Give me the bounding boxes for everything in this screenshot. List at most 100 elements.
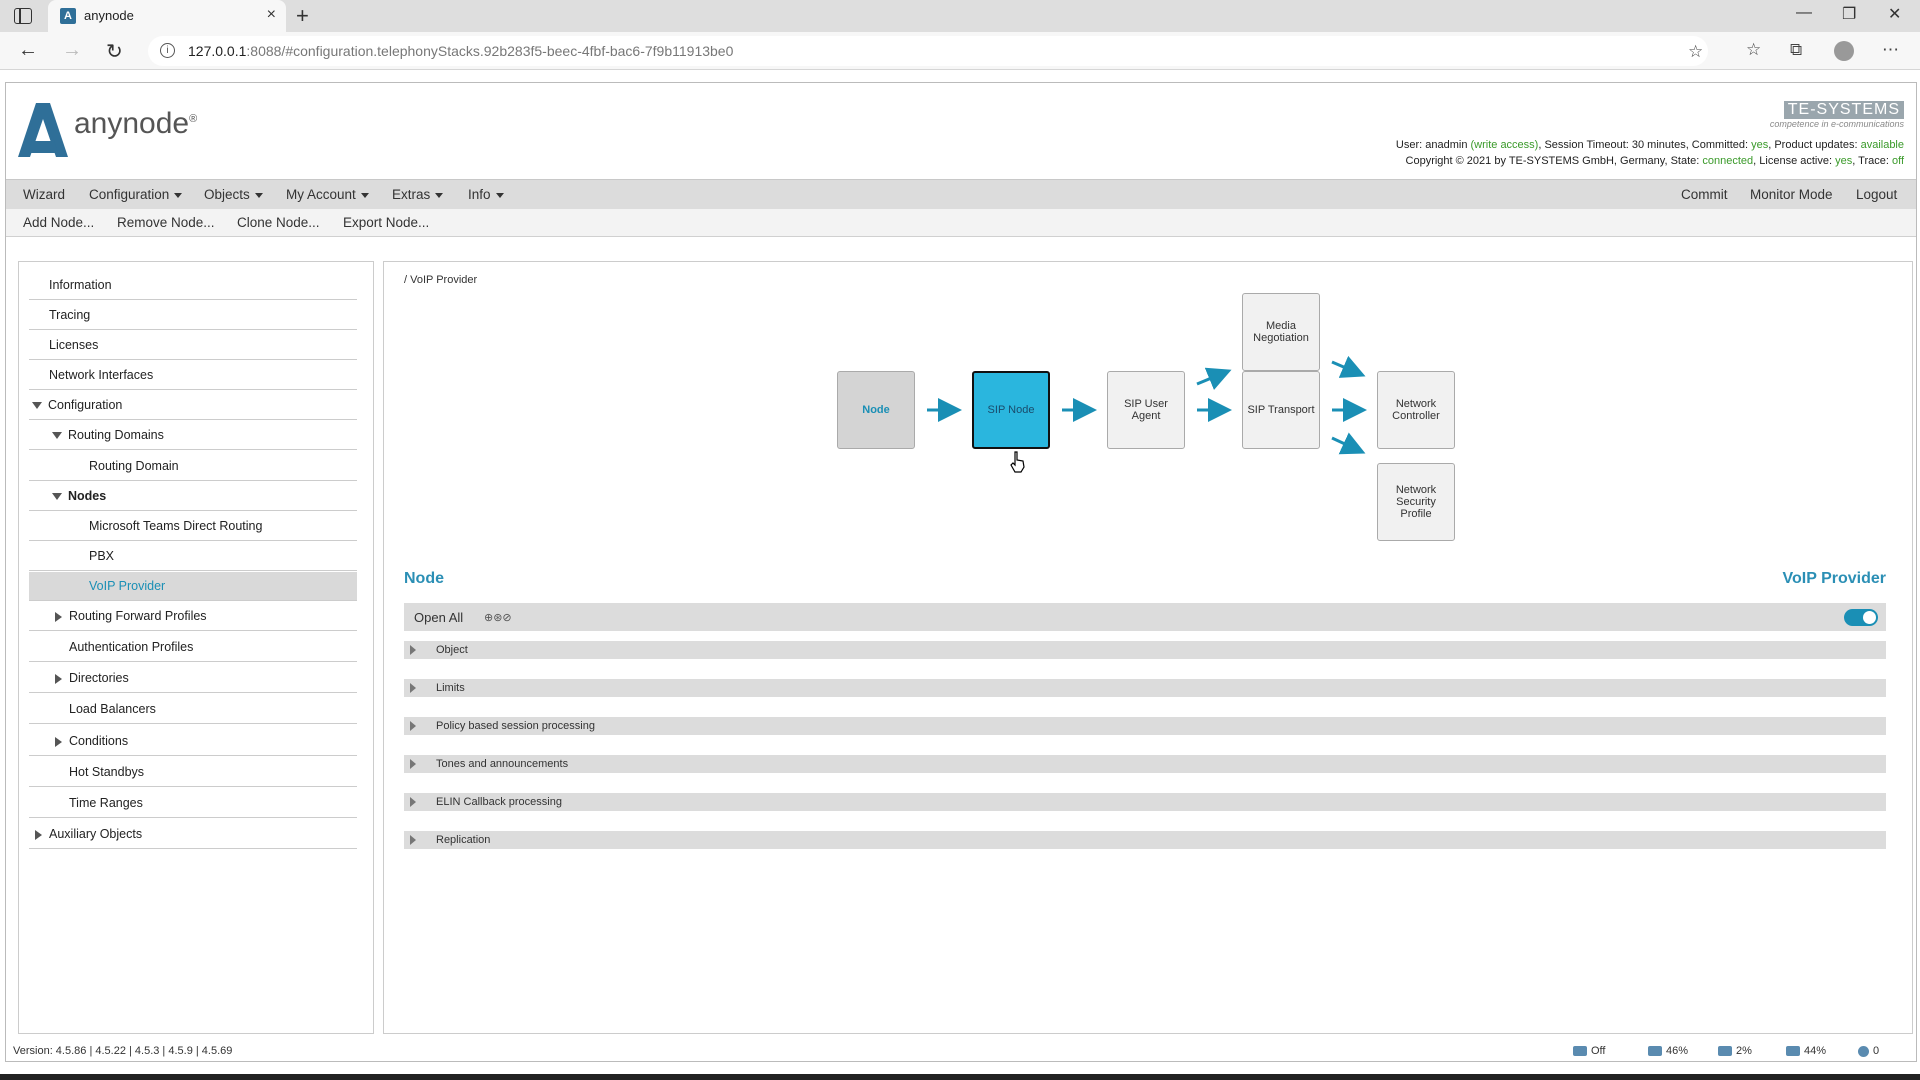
section-replication[interactable]: Replication — [404, 831, 1886, 849]
sidebar-item-pbx[interactable]: PBX — [29, 542, 357, 571]
menu-my-account[interactable]: My Account — [286, 187, 369, 202]
section-policy-based-session-processing[interactable]: Policy based session processing — [404, 717, 1886, 735]
diagram-sip-transport[interactable]: SIP Transport — [1242, 371, 1320, 449]
sidebar-item-voip-provider[interactable]: VoIP Provider — [29, 572, 357, 601]
chevron-down-icon — [360, 192, 369, 198]
trace-status[interactable]: Off — [1573, 1045, 1605, 1057]
new-tab-button[interactable]: + — [296, 3, 309, 29]
browser-tab-bar: A anynode × + — ❐ ✕ — [0, 0, 1920, 32]
profile-icon[interactable] — [1834, 41, 1854, 61]
clone-node-button[interactable]: Clone Node... — [237, 215, 320, 230]
collapsed-icon — [410, 645, 416, 655]
section-tones-and-announcements[interactable]: Tones and announcements — [404, 755, 1886, 773]
add-favorite-icon[interactable]: ☆ — [1688, 42, 1703, 62]
copyright-status: Copyright © 2021 by TE-SYSTEMS GmbH, Ger… — [1405, 155, 1904, 167]
menu-info[interactable]: Info — [468, 187, 504, 202]
anynode-app: anynode® TE-SYSTEMS competence in e-comm… — [5, 82, 1917, 1062]
cpu-status[interactable]: 2% — [1718, 1045, 1752, 1057]
disk-icon — [1648, 1046, 1662, 1057]
restore-icon[interactable]: ❐ — [1842, 4, 1856, 24]
section-elin-callback-processing[interactable]: ELIN Callback processing — [404, 793, 1886, 811]
advanced-toggle[interactable] — [1844, 609, 1878, 626]
menu-extras[interactable]: Extras — [392, 187, 444, 202]
commit-button[interactable]: Commit — [1681, 187, 1728, 202]
open-all-bar: Open All ⊕⊛⊘ — [404, 603, 1886, 631]
tab-title: anynode — [84, 8, 134, 23]
reload-icon[interactable]: ↻ — [106, 39, 123, 64]
version-info: Version: 4.5.86 | 4.5.22 | 4.5.3 | 4.5.9… — [13, 1045, 233, 1057]
sidebar-item-time-ranges[interactable]: Time Ranges — [29, 789, 357, 818]
site-info-icon[interactable]: i — [160, 43, 175, 58]
sidebar-item-configuration[interactable]: Configuration — [29, 391, 357, 420]
keyboard-icon — [1573, 1046, 1587, 1057]
cpu-icon — [1718, 1046, 1732, 1057]
collapsed-icon — [410, 683, 416, 693]
diagram-sip-user-agent[interactable]: SIP User Agent — [1107, 371, 1185, 449]
main-panel: / VoIP Provider Node SIP Node SIP User A… — [383, 261, 1913, 1034]
sidebar-item-routing-forward-profiles[interactable]: Routing Forward Profiles — [29, 602, 357, 631]
menu-configuration[interactable]: Configuration — [89, 187, 183, 202]
sidebar-item-licenses[interactable]: Licenses — [29, 331, 357, 360]
favorites-icon[interactable]: ☆ — [1746, 40, 1761, 60]
tab-close-icon[interactable]: × — [267, 6, 276, 24]
expand-actions-icon[interactable]: ⊕⊛⊘ — [484, 611, 512, 624]
browser-address-bar: ← → ↻ i 127.0.0.1:8088/#configuration.te… — [0, 32, 1920, 70]
section-object[interactable]: Object — [404, 641, 1886, 659]
monitor-mode-button[interactable]: Monitor Mode — [1750, 187, 1833, 202]
collapsed-icon — [55, 736, 62, 747]
menu-objects[interactable]: Objects — [204, 187, 263, 202]
export-node-button[interactable]: Export Node... — [343, 215, 429, 230]
sidebar-item-routing-domain[interactable]: Routing Domain — [29, 452, 357, 481]
more-icon[interactable]: ⋯ — [1882, 40, 1899, 60]
open-all-button[interactable]: Open All — [414, 610, 463, 625]
url-input[interactable]: i 127.0.0.1:8088/#configuration.telephon… — [148, 36, 1708, 66]
hand-cursor-icon — [1010, 451, 1025, 473]
memory-status[interactable]: 44% — [1786, 1045, 1826, 1057]
diagram-network-security-profile[interactable]: Network Security Profile — [1377, 463, 1455, 541]
sidebar-item-routing-domains[interactable]: Routing Domains — [29, 421, 357, 450]
anynode-favicon-icon: A — [60, 8, 76, 24]
remove-node-button[interactable]: Remove Node... — [117, 215, 215, 230]
memory-icon — [1786, 1046, 1800, 1057]
forward-icon[interactable]: → — [62, 39, 82, 62]
collapsed-icon — [410, 759, 416, 769]
node-flow-diagram: Node SIP Node SIP User Agent Media Negot… — [384, 262, 1914, 562]
back-icon[interactable]: ← — [18, 39, 38, 62]
section-title-node: Node — [404, 570, 444, 587]
sidebar-item-information[interactable]: Information — [29, 271, 357, 300]
browser-tab[interactable]: A anynode × — [48, 0, 286, 32]
sidebar-item-nodes[interactable]: Nodes — [29, 482, 357, 511]
expanded-icon — [32, 402, 42, 410]
collapsed-icon — [55, 673, 62, 684]
window-bottom-border — [0, 1074, 1920, 1080]
close-window-icon[interactable]: ✕ — [1888, 4, 1901, 24]
chevron-down-icon — [174, 192, 183, 198]
sidebar-item-auxiliary-objects[interactable]: Auxiliary Objects — [29, 820, 357, 849]
diagram-network-controller[interactable]: Network Controller — [1377, 371, 1455, 449]
disk-status[interactable]: 46% — [1648, 1045, 1688, 1057]
logout-button[interactable]: Logout — [1856, 187, 1897, 202]
sidebar-item-hot-standbys[interactable]: Hot Standbys — [29, 758, 357, 787]
section-limits[interactable]: Limits — [404, 679, 1886, 697]
sidebar-item-conditions[interactable]: Conditions — [29, 727, 357, 756]
info-status[interactable]: 0 — [1858, 1045, 1879, 1057]
logo-text: anynode® — [74, 107, 198, 140]
sidebar-item-microsoft-teams[interactable]: Microsoft Teams Direct Routing — [29, 512, 357, 541]
tab-actions-icon[interactable] — [14, 8, 32, 24]
diagram-media-negotiation[interactable]: Media Negotiation — [1242, 293, 1320, 371]
sidebar-item-load-balancers[interactable]: Load Balancers — [29, 695, 357, 724]
section-title-voip-provider: VoIP Provider — [1782, 570, 1886, 587]
sidebar-item-tracing[interactable]: Tracing — [29, 301, 357, 330]
diagram-sip-node[interactable]: SIP Node — [972, 371, 1050, 449]
diagram-node[interactable]: Node — [837, 371, 915, 449]
sidebar-item-network-interfaces[interactable]: Network Interfaces — [29, 361, 357, 390]
sidebar-item-authentication-profiles[interactable]: Authentication Profiles — [29, 633, 357, 662]
menu-wizard[interactable]: Wizard — [23, 187, 65, 202]
chevron-down-icon — [435, 192, 444, 198]
add-node-button[interactable]: Add Node... — [23, 215, 94, 230]
sidebar-item-directories[interactable]: Directories — [29, 664, 357, 693]
collapsed-icon — [35, 829, 42, 840]
minimize-icon[interactable]: — — [1796, 4, 1812, 22]
te-systems-logo: TE-SYSTEMS competence in e-communication… — [1769, 101, 1904, 129]
collections-icon[interactable]: ⧉ — [1790, 40, 1802, 60]
